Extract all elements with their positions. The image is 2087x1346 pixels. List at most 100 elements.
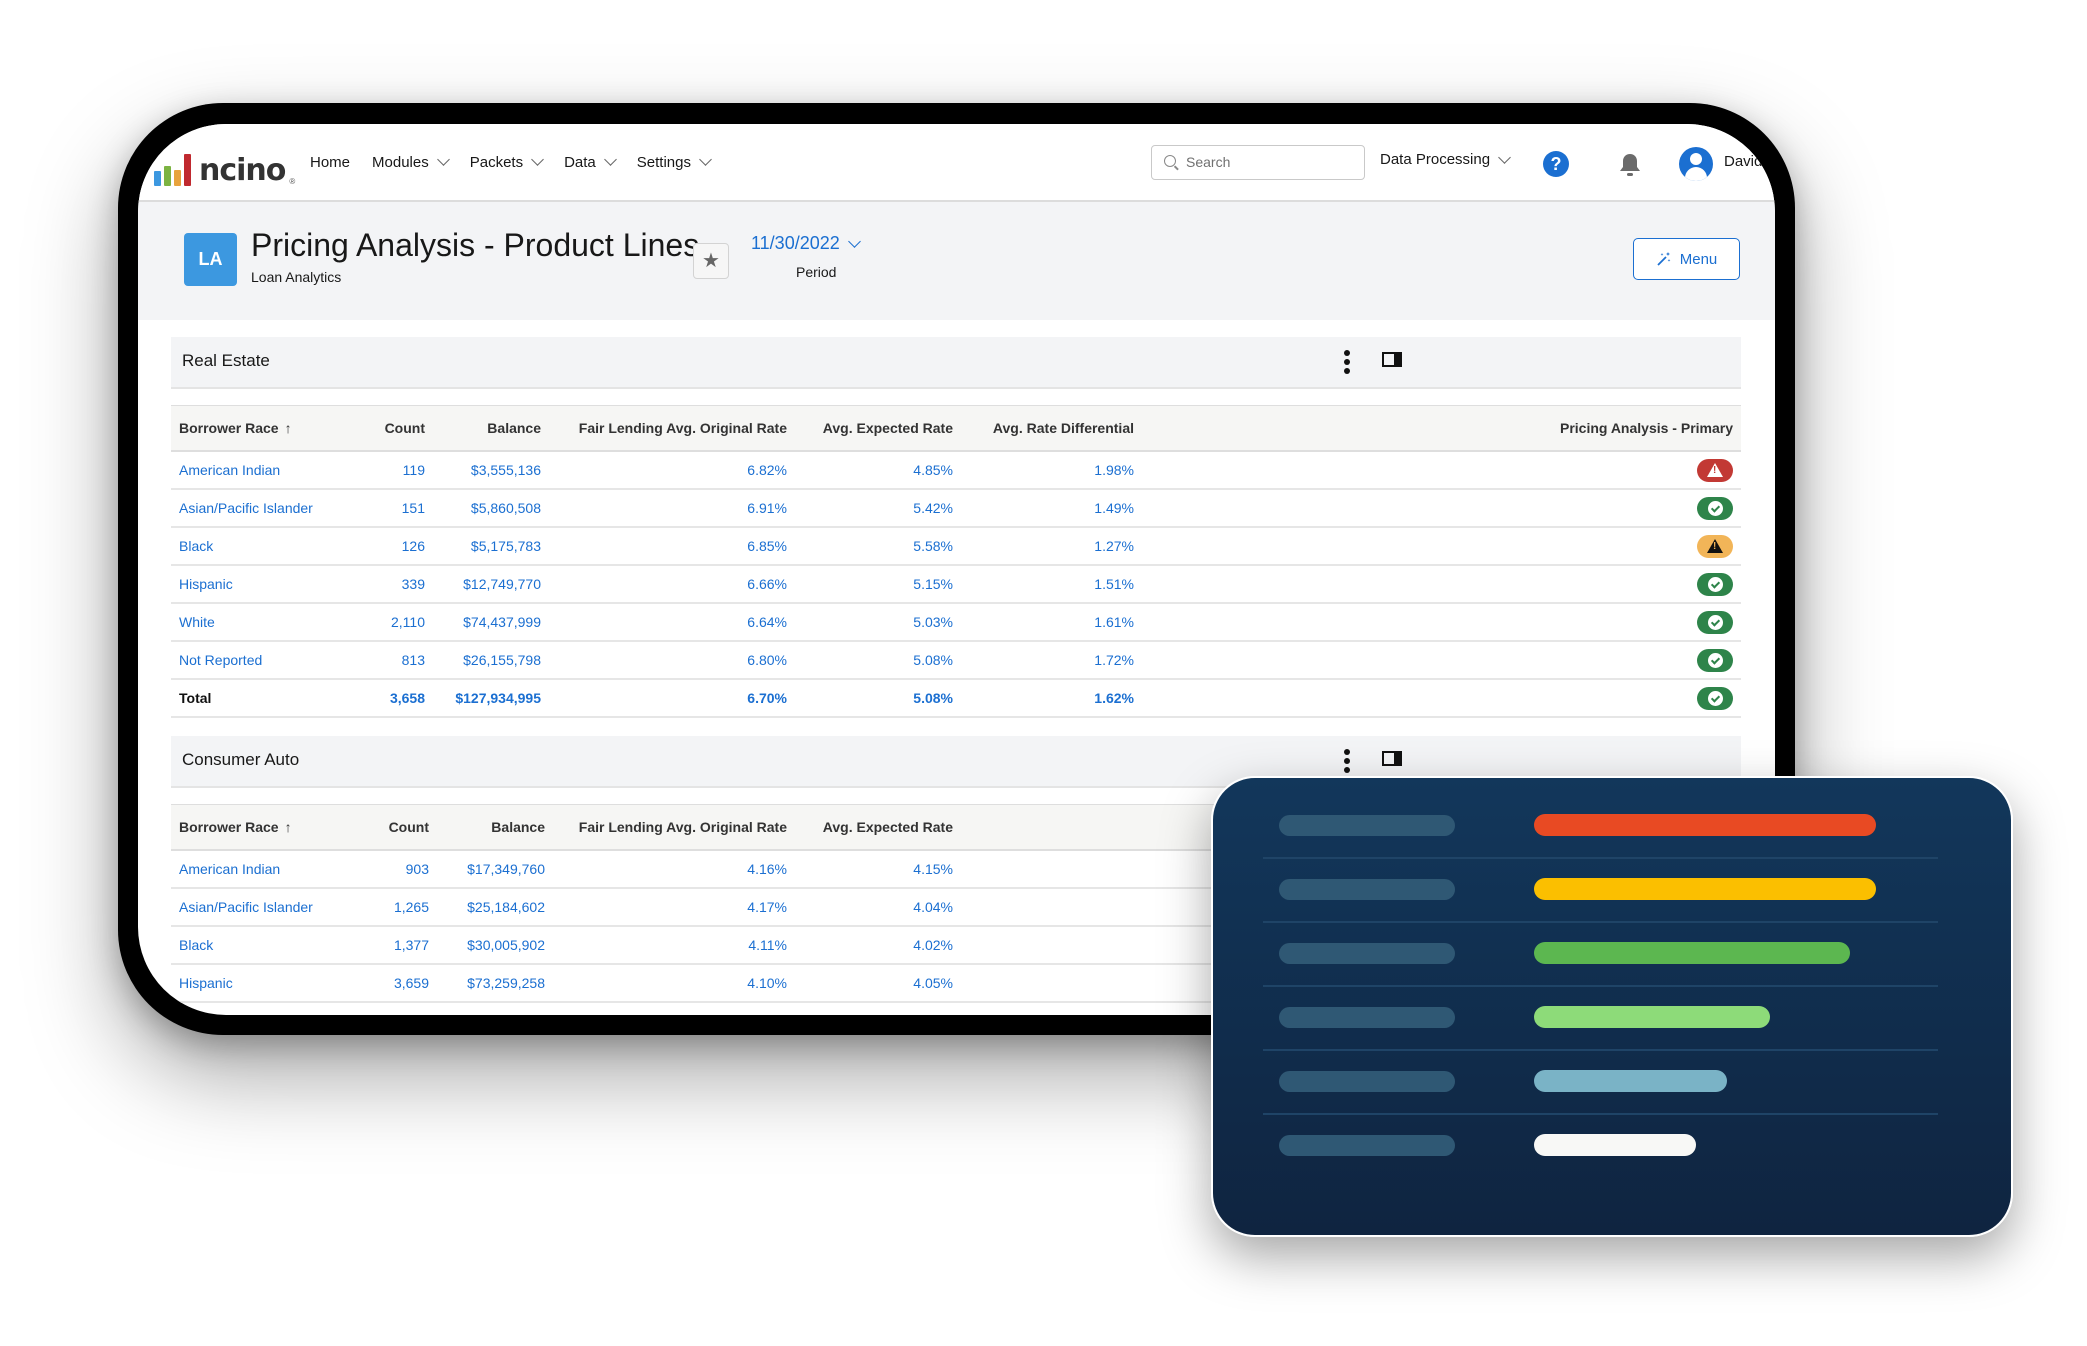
nav-label: Settings: [636, 153, 691, 171]
app-icon: LA: [184, 233, 237, 286]
logo-bar-icon: [174, 170, 181, 186]
favorite-star-button[interactable]: ★: [693, 243, 729, 279]
cell-borrower-race[interactable]: Not Reported: [171, 641, 357, 680]
table-row: White 2,110 $74,437,999 6.64% 5.03% 1.61%: [171, 603, 1741, 642]
more-actions-icon[interactable]: [1344, 350, 1350, 374]
column-header-expected-rate[interactable]: Avg. Expected Rate: [795, 804, 961, 851]
status-badge-ok[interactable]: [1697, 496, 1733, 520]
column-header-borrower-race[interactable]: Borrower Race ↑: [171, 405, 357, 452]
cell-rate-differential: 1.72%: [961, 641, 1142, 680]
column-header-original-rate[interactable]: Fair Lending Avg. Original Rate: [549, 405, 795, 452]
cell-expected-rate: 4.85%: [795, 451, 961, 490]
cell-borrower-race[interactable]: Hispanic: [171, 964, 357, 1003]
cell-original-rate: 6.70%: [549, 679, 795, 718]
menu-label: Menu: [1679, 250, 1718, 268]
ncino-logo[interactable]: ncino ®: [154, 154, 295, 186]
cell-rate-differential: 1.62%: [961, 679, 1142, 718]
nav-label: Modules: [372, 153, 429, 171]
search-input[interactable]: Search: [1151, 145, 1365, 180]
cell-balance: $12,749,770: [433, 565, 549, 604]
avatar[interactable]: [1679, 147, 1713, 181]
user-icon: [1690, 153, 1702, 165]
cell-pricing-status: [1142, 489, 1741, 528]
nav-item-modules[interactable]: Modules: [372, 150, 450, 174]
period-value: 11/30/2022: [751, 233, 840, 253]
cell-expected-rate: 4.04%: [795, 888, 961, 927]
table-row: Hispanic 339 $12,749,770 6.66% 5.15% 1.51%: [171, 565, 1741, 604]
cell-rate-differential: 1.27%: [961, 527, 1142, 566]
section-title: Real Estate: [182, 351, 270, 370]
menu-button[interactable]: Menu: [1633, 238, 1740, 280]
status-badge-error[interactable]: [1697, 458, 1733, 482]
period-label: Period: [796, 264, 837, 280]
page-subtitle: Loan Analytics: [251, 269, 342, 285]
table-row: Black 126 $5,175,783 6.85% 5.58% 1.27%: [171, 527, 1741, 566]
cell-balance: $73,259,258: [437, 964, 553, 1003]
logo-bar-icon: [184, 154, 191, 186]
nav-item-packets[interactable]: Packets: [469, 150, 544, 174]
cell-borrower-race[interactable]: Black: [171, 527, 357, 566]
column-header-borrower-race[interactable]: Borrower Race ↑: [171, 804, 357, 851]
cell-borrower-race[interactable]: Asian/Pacific Islander: [171, 489, 357, 528]
more-actions-icon[interactable]: [1344, 749, 1350, 773]
check-circle-icon: [1708, 690, 1723, 706]
status-badge-ok[interactable]: [1697, 686, 1733, 710]
user-name[interactable]: David: [1724, 153, 1762, 170]
bar-label-placeholder: [1279, 1135, 1455, 1156]
chevron-down-icon: [699, 153, 712, 166]
column-header-rate-differential[interactable]: Avg. Rate Differential: [961, 405, 1142, 452]
cell-expected-rate: 5.08%: [795, 641, 961, 680]
warning-icon: [1707, 538, 1723, 553]
table-body: American Indian 119 $3,555,136 6.82% 4.85% 1.…: [171, 451, 1741, 718]
bar-row: [1263, 923, 1938, 987]
bar-value: [1534, 1070, 1727, 1092]
table-row: Asian/Pacific Islander 151 $5,860,508 6.91%…: [171, 489, 1741, 528]
status-badge-ok[interactable]: [1697, 572, 1733, 596]
sort-ascending-icon: ↑: [284, 819, 292, 835]
period-dropdown[interactable]: 11/30/2022: [751, 233, 861, 254]
section-header: Real Estate: [171, 337, 1741, 389]
table-total-row: Total 3,658 $127,934,995 6.70% 5.08% 1.62%: [171, 679, 1741, 718]
nav-item-home[interactable]: Home: [310, 150, 350, 174]
bell-icon[interactable]: [1618, 152, 1642, 178]
cell-expected-rate: 5.58%: [795, 527, 961, 566]
cell-borrower-race[interactable]: Black: [171, 926, 357, 965]
status-badge-ok[interactable]: [1697, 610, 1733, 634]
nav-item-data[interactable]: Data: [564, 150, 617, 174]
table-header-row: Borrower Race ↑ Count Balance Fair Lendin…: [171, 405, 1741, 452]
cell-rate-differential: 1.98%: [961, 451, 1142, 490]
help-icon[interactable]: ?: [1543, 151, 1569, 177]
cell-balance: $74,437,999: [433, 603, 549, 642]
toggle-panel-icon[interactable]: [1382, 751, 1402, 766]
status-badge-warning[interactable]: [1697, 534, 1733, 558]
column-header-original-rate[interactable]: Fair Lending Avg. Original Rate: [553, 804, 795, 851]
workspace-dropdown[interactable]: Data Processing: [1380, 150, 1511, 168]
status-badge-ok[interactable]: [1697, 648, 1733, 672]
nav-label: Packets: [469, 153, 524, 171]
check-circle-icon: [1708, 652, 1723, 668]
chevron-down-icon: [531, 153, 544, 166]
toggle-panel-icon[interactable]: [1382, 352, 1402, 367]
cell-original-rate: 4.11%: [553, 926, 795, 965]
cell-balance: $25,184,602: [437, 888, 553, 927]
cell-pricing-status: [1142, 565, 1741, 604]
cell-borrower-race[interactable]: American Indian: [171, 850, 357, 889]
column-header-pricing-primary[interactable]: Pricing Analysis - Primary: [1142, 405, 1741, 452]
column-header-balance[interactable]: Balance: [437, 804, 553, 851]
cell-original-rate: 6.64%: [549, 603, 795, 642]
cell-borrower-race[interactable]: Hispanic: [171, 565, 357, 604]
cell-borrower-race[interactable]: American Indian: [171, 451, 357, 490]
column-header-count[interactable]: Count: [357, 405, 433, 452]
cell-expected-rate: 5.15%: [795, 565, 961, 604]
column-header-count[interactable]: Count: [357, 804, 437, 851]
cell-original-rate: 4.10%: [553, 964, 795, 1003]
cell-pricing-status: [1142, 527, 1741, 566]
cell-borrower-race[interactable]: White: [171, 603, 357, 642]
nav-item-settings[interactable]: Settings: [636, 150, 712, 174]
column-header-balance[interactable]: Balance: [433, 405, 549, 452]
cell-borrower-race[interactable]: Asian/Pacific Islander: [171, 888, 357, 927]
column-header-expected-rate[interactable]: Avg. Expected Rate: [795, 405, 961, 452]
cell-balance: $26,155,798: [433, 641, 549, 680]
page-header: LA Pricing Analysis - Product Lines Loan…: [138, 202, 1775, 320]
bar-value: [1534, 942, 1850, 964]
